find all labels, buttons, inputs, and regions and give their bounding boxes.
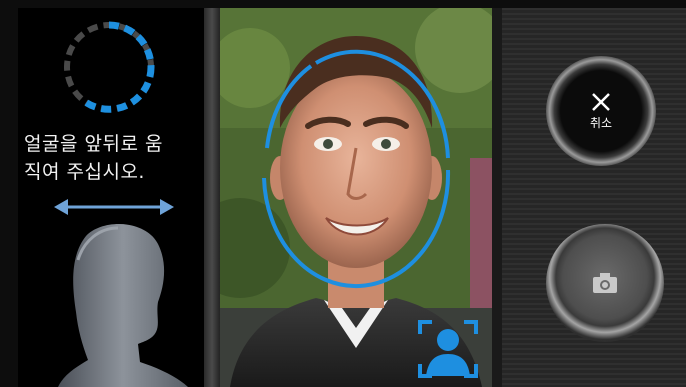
face-registration-screen: 얼굴을 앞뒤로 움 직여 주십시오. 취소 bbox=[0, 0, 686, 387]
camera-icon bbox=[593, 273, 617, 293]
dashed-guide-circle-icon bbox=[64, 21, 155, 113]
instruction-panel: 얼굴을 앞뒤로 움 직여 주십시오. bbox=[18, 8, 204, 387]
instruction-line-1: 얼굴을 앞뒤로 움 bbox=[24, 133, 163, 155]
double-arrow-icon bbox=[54, 199, 174, 215]
camera-preview bbox=[220, 8, 492, 387]
cancel-label: 취소 bbox=[589, 115, 613, 130]
shutter-button[interactable] bbox=[546, 224, 664, 342]
control-panel: 취소 bbox=[492, 8, 686, 387]
face-detect-user-icon bbox=[418, 320, 478, 378]
close-icon bbox=[592, 92, 610, 111]
head-silhouette-icon bbox=[58, 224, 188, 387]
instruction-line-2: 직여 주십시오. bbox=[24, 161, 145, 183]
cancel-button[interactable]: 취소 bbox=[546, 56, 656, 166]
preview-frame-left bbox=[204, 8, 220, 387]
instruction-text: 얼굴을 앞뒤로 움 직여 주십시오. bbox=[24, 130, 200, 186]
